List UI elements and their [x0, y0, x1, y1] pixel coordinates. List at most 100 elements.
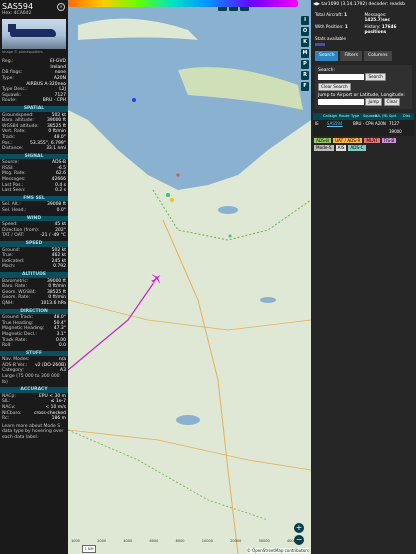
- column-header[interactable]: Spd.: [389, 114, 403, 120]
- table-row[interactable]: IE SAS594 BRU - CPH A20N 7127: [313, 120, 414, 128]
- legend-item: AIS: [335, 145, 347, 151]
- column-header[interactable]: [313, 114, 323, 120]
- photo-credit[interactable]: Image © planespotters: [0, 49, 68, 57]
- detail-value: 1013.6 hPa: [40, 300, 66, 306]
- version-name[interactable]: tar1090: [321, 2, 339, 7]
- search-label: Search:: [318, 67, 335, 73]
- jump-button[interactable]: Jump: [365, 98, 383, 106]
- stat-messages: Messages: 1425.7/sec: [365, 12, 413, 23]
- table-row-alt: 39000: [313, 128, 414, 136]
- close-icon[interactable]: ✕: [57, 3, 65, 11]
- units-button[interactable]: 1 NM: [82, 545, 96, 553]
- stat-with-position: With Position: 1: [315, 24, 363, 35]
- stat-value: 1425.7/sec: [364, 17, 391, 23]
- marker-green: [166, 193, 170, 197]
- detail-label: Last Seen:: [2, 188, 26, 194]
- map-button-r[interactable]: R: [301, 71, 309, 80]
- zoom-in-button[interactable]: +: [294, 523, 304, 533]
- column-header[interactable]: Alt. (ft): [375, 114, 389, 120]
- marker-green-2: [228, 234, 232, 238]
- column-header[interactable]: Dist.: [403, 114, 416, 120]
- altitude-color-scale: [68, 0, 298, 7]
- detail-label: Route:: [2, 98, 17, 104]
- scale-label: 30000: [258, 539, 270, 543]
- detail-value: 0.0°: [56, 208, 66, 214]
- column-header[interactable]: Squawk: [363, 114, 377, 120]
- map-canvas[interactable]: [68, 0, 311, 554]
- stat-label[interactable]: Stats available: [315, 36, 346, 41]
- section-header-spatial: SPATIAL: [0, 105, 68, 112]
- detail-row: Large (75 000 to 300 000 lb): [0, 374, 68, 385]
- section-header-accuracy: ACCURACY: [0, 387, 68, 393]
- column-header[interactable]: Route: [339, 114, 351, 120]
- sidebar-footer-note: Learn more about Mode S data type by hov…: [2, 423, 64, 440]
- tab-filters[interactable]: Filters: [340, 51, 362, 61]
- stat-value: 1: [344, 23, 348, 29]
- stats-swatch: [315, 42, 325, 46]
- detail-value: 0.0: [58, 343, 66, 349]
- scale-label: 6000: [149, 539, 159, 543]
- decoder-link[interactable]: readsb: [390, 2, 405, 7]
- stat-available[interactable]: Stats available: [315, 36, 363, 47]
- marker-blue: [132, 98, 136, 102]
- stat-value: 1: [344, 11, 348, 17]
- detail-value: 0.2 s: [55, 188, 66, 194]
- detail-row: Last Seen: 0.2 s: [0, 188, 68, 194]
- aircraft-table: Callsign Route Type Squawk Alt. (ft) Spd. Dist…: [313, 112, 416, 136]
- tab-search[interactable]: Search: [315, 51, 339, 61]
- column-header[interactable]: Type: [351, 114, 363, 120]
- detail-label: Mach:: [2, 264, 16, 270]
- scale-label: 1000: [71, 539, 80, 543]
- detail-label: TAT / OAT:: [2, 233, 25, 239]
- column-header[interactable]: Callsign: [323, 114, 339, 120]
- map-button-m[interactable]: M: [301, 49, 309, 58]
- stat-label: Total Aircraft:: [315, 11, 343, 17]
- detail-label: Sel. Head.:: [2, 208, 27, 214]
- detail-label: Reg.:: [2, 59, 14, 65]
- map-button-k[interactable]: K: [301, 38, 309, 47]
- map-button-f[interactable]: F: [301, 82, 309, 91]
- detail-row: Mach: 0.792: [0, 264, 68, 270]
- detail-label: Large (75 000 to 300 000 lb): [2, 374, 60, 385]
- search-box: Search: Search Clear Search Jump to Airp…: [315, 64, 412, 109]
- section-header-speed: SPEED: [0, 241, 68, 247]
- map-side-buttons: I O K M P R F: [301, 16, 309, 91]
- detail-value: -21 / -49 °C: [40, 233, 66, 239]
- detail-row: Route: BRU - CPH: [0, 98, 68, 104]
- detail-label: Roll:: [2, 343, 12, 349]
- row-callsign[interactable]: SAS594: [327, 121, 353, 127]
- detail-value: 0.792: [53, 264, 66, 270]
- nav-arrows-icon[interactable]: ◀▶: [313, 2, 320, 7]
- aircraft-fuselage: [10, 28, 56, 37]
- detail-row: Distance: 33.1 nmi: [0, 146, 68, 152]
- tab-columns[interactable]: Columns: [363, 51, 392, 61]
- legend-item: TIS-B: [381, 137, 397, 144]
- detail-row: Sel. Head.: 0.0°: [0, 208, 68, 214]
- map-attribution[interactable]: © OpenStreetMap contributors: [246, 548, 309, 553]
- map-view[interactable]: U H T I O K M P R F + − 1000200040006000…: [68, 0, 311, 554]
- jump-input[interactable]: [318, 98, 364, 105]
- map-button-i[interactable]: I: [301, 16, 309, 25]
- marker-yellow: [170, 198, 174, 202]
- stat-label: Messages:: [364, 11, 387, 17]
- map-button-o[interactable]: O: [301, 27, 309, 36]
- section-header-stuff: STUFF: [0, 350, 68, 357]
- aircraft-detail-panel: SAS594 Hex: 4CA042 ✕ Image © planespotte…: [0, 0, 68, 554]
- scale-label: 40000+: [286, 539, 301, 543]
- aircraft-details: Reg.: EI-GVD Ireland DB flags: none Type: A20N…: [0, 59, 68, 104]
- search-input[interactable]: [318, 73, 364, 80]
- detail-value: 33.1 nmi: [46, 146, 66, 152]
- map-button-p[interactable]: P: [301, 60, 309, 69]
- aircraft-photo[interactable]: [2, 18, 66, 49]
- altitude-scale-labels: 1000 2000 4000 6000 8000 10000 20000 30000 40000…: [71, 539, 301, 543]
- detail-label: QNH:: [2, 300, 14, 306]
- clear-search-button[interactable]: Clear Search: [318, 82, 351, 91]
- version-bar: ◀▶ tar1090 (3.14.1792) decoder: readsb: [311, 0, 416, 10]
- search-button[interactable]: Search: [365, 73, 386, 81]
- stat-history: History: 17646 positions: [365, 24, 413, 35]
- detail-label: Type:: [2, 75, 14, 81]
- detail-row: QNH: 1013.6 hPa: [0, 301, 68, 307]
- scale-label: 8000: [175, 539, 185, 543]
- clear-jump-button[interactable]: Clear: [383, 98, 401, 106]
- legend-item: Mode-S: [314, 145, 334, 151]
